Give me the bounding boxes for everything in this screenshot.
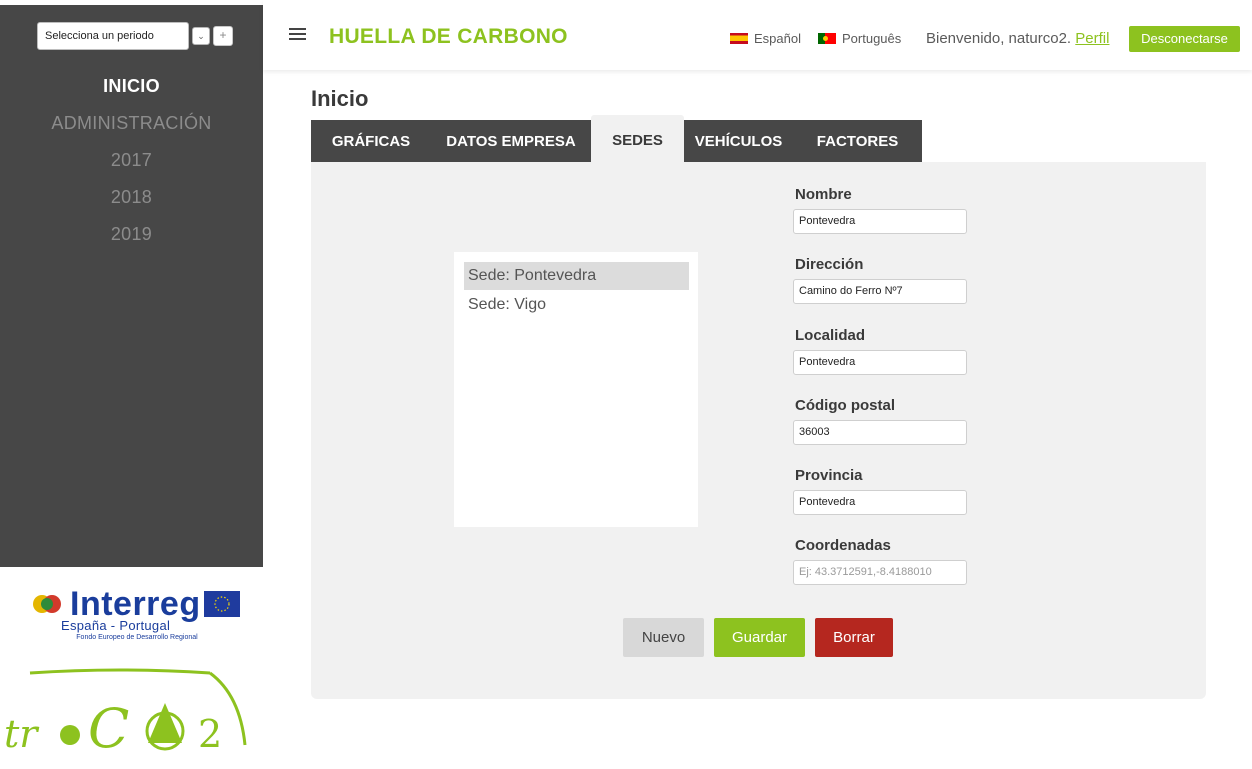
app-title: HUELLA DE CARBONO xyxy=(329,25,568,48)
flag-es-icon xyxy=(730,33,748,44)
page-title: Inicio xyxy=(311,86,369,111)
tab-vehiculos[interactable]: VEHÍCULOS xyxy=(684,120,793,165)
svg-text:2: 2 xyxy=(198,712,222,755)
tab-datos-empresa[interactable]: DATOS EMPRESA xyxy=(431,120,591,165)
top-header: HUELLA DE CARBONO Español Português Bien… xyxy=(263,0,1252,70)
svg-text:tr: tr xyxy=(4,712,40,755)
codigo-postal-field[interactable]: 36003 xyxy=(793,420,967,445)
nombre-label: Nombre xyxy=(795,186,852,203)
period-select[interactable]: Selecciona un periodo xyxy=(37,22,189,50)
codigo-postal-label: Código postal xyxy=(795,397,895,414)
sidebar-item-inicio[interactable]: INICIO xyxy=(0,72,263,109)
logout-button[interactable]: Desconectarse xyxy=(1129,26,1240,52)
profile-link[interactable]: Perfil xyxy=(1075,30,1109,47)
language-es[interactable]: Español xyxy=(730,31,801,46)
language-pt-label: Português xyxy=(842,31,902,46)
localidad-field[interactable]: Pontevedra xyxy=(793,350,967,375)
interreg-logo: Interreg España - Portugal Fondo Europeo… xyxy=(32,585,242,645)
tab-factores[interactable]: FACTORES xyxy=(793,120,922,165)
coordenadas-field[interactable]: Ej: 43.3712591,-8.4188010 xyxy=(793,560,967,585)
tab-sedes[interactable]: SEDES xyxy=(591,115,684,165)
sidebar-item-2019[interactable]: 2019 xyxy=(0,220,263,257)
sede-item-vigo[interactable]: Sede: Vigo xyxy=(464,291,689,319)
save-button[interactable]: Guardar xyxy=(714,618,805,657)
add-period-button[interactable]: + xyxy=(213,26,233,46)
provincia-label: Provincia xyxy=(795,467,863,484)
direccion-label: Dirección xyxy=(795,256,864,273)
flag-pt-icon xyxy=(818,33,836,44)
sidebar-nav: INICIO ADMINISTRACIÓN 2017 2018 2019 xyxy=(0,72,263,257)
provincia-field[interactable]: Pontevedra xyxy=(793,490,967,515)
sidebar-item-2017[interactable]: 2017 xyxy=(0,146,263,183)
chevron-down-icon[interactable]: ⌄ xyxy=(192,27,210,45)
sidebar-item-2018[interactable]: 2018 xyxy=(0,183,263,220)
sede-item-pontevedra[interactable]: Sede: Pontevedra xyxy=(464,262,689,290)
coordenadas-label: Coordenadas xyxy=(795,537,891,554)
interreg-emblem-icon xyxy=(33,595,61,613)
tab-graficas[interactable]: GRÁFICAS xyxy=(311,120,431,165)
interreg-subtitle: España - Portugal xyxy=(61,618,171,633)
interreg-fund-text: Fondo Europeo de Desarrollo Regional xyxy=(76,634,198,641)
sidebar: Selecciona un periodo ⌄ + INICIO ADMINIS… xyxy=(0,0,263,769)
new-button[interactable]: Nuevo xyxy=(623,618,704,657)
language-pt[interactable]: Português xyxy=(818,31,901,46)
period-selector: Selecciona un periodo ⌄ + xyxy=(37,22,233,50)
eu-flag-icon xyxy=(204,591,240,617)
nombre-field[interactable]: Pontevedra xyxy=(793,209,967,234)
troco2-logo: tr C 2 xyxy=(4,668,247,755)
language-es-label: Español xyxy=(754,31,801,46)
menu-icon[interactable] xyxy=(289,28,306,41)
svg-text:C: C xyxy=(88,697,129,755)
sidebar-item-administracion[interactable]: ADMINISTRACIÓN xyxy=(0,109,263,146)
welcome-message: Bienvenido, naturco2. Perfil xyxy=(926,30,1109,47)
sede-list[interactable]: Sede: Pontevedra Sede: Vigo xyxy=(454,252,698,527)
direccion-field[interactable]: Camino do Ferro Nº7 xyxy=(793,279,967,304)
welcome-text: Bienvenido, naturco2. xyxy=(926,30,1072,47)
localidad-label: Localidad xyxy=(795,327,866,344)
delete-button[interactable]: Borrar xyxy=(815,618,893,657)
